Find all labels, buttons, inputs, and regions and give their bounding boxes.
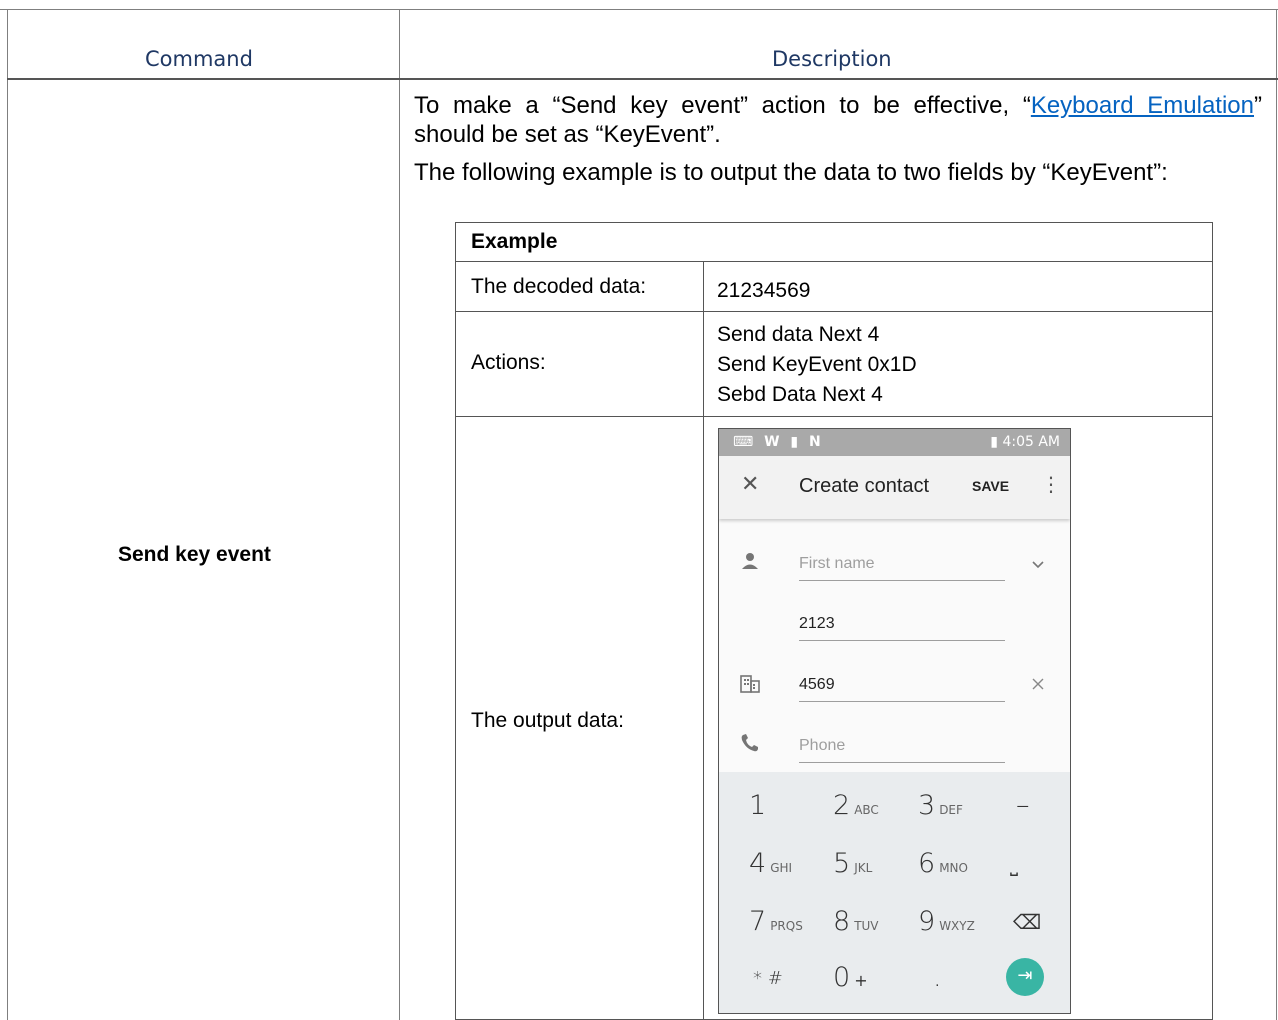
key-5[interactable]: 5 JKL <box>833 848 872 879</box>
header-command: Command <box>145 47 253 71</box>
table-left-border <box>7 9 8 1020</box>
key-period[interactable]: . <box>933 962 942 993</box>
para1-text-before: To make a “Send key event” action to be … <box>414 92 1031 119</box>
description-paragraph-2: The following example is to output the d… <box>414 159 1168 186</box>
example-row-divider <box>456 416 1212 417</box>
table-top-border <box>0 9 1278 10</box>
chevron-down-icon[interactable] <box>1030 556 1046 572</box>
more-icon[interactable]: ⋮ <box>1041 472 1061 496</box>
field-value: 2123 <box>799 615 835 632</box>
key-6[interactable]: 6 MNO <box>918 848 968 879</box>
actions-label: Actions: <box>471 351 546 374</box>
key-7[interactable]: 7 PRQS <box>749 906 803 937</box>
key-0[interactable]: 0 + <box>833 962 868 993</box>
example-row-divider <box>456 261 1212 262</box>
close-icon[interactable]: ✕ <box>741 472 759 497</box>
example-row-divider <box>456 311 1212 312</box>
key-8[interactable]: 8 TUV <box>833 906 879 937</box>
person-icon <box>742 553 758 569</box>
numeric-keypad: 1 2 ABC 3 DEF – 4 GHI 5 JKL 6 MNO ⎵ 7 PRQS 8 TU… <box>719 772 1070 1013</box>
table-right-border <box>1276 9 1277 1020</box>
example-column-divider <box>703 261 704 1019</box>
first-name-placeholder: First name <box>799 555 875 572</box>
screen-title: Create contact <box>799 475 930 497</box>
key-3[interactable]: 3 DEF <box>918 790 963 821</box>
phone-placeholder: Phone <box>799 737 846 754</box>
company-input[interactable]: 4569 <box>799 670 1005 702</box>
enter-icon[interactable]: ⇥ <box>1006 958 1044 996</box>
key-dash[interactable]: – <box>1016 790 1030 821</box>
phone-input[interactable]: Phone <box>799 731 1005 763</box>
building-icon <box>740 675 760 693</box>
table-column-divider <box>399 9 400 1020</box>
key-space[interactable]: ⎵ <box>1010 852 1018 876</box>
key-9[interactable]: 9 WXYZ <box>918 906 975 937</box>
command-name: Send key event <box>118 543 271 566</box>
header-description: Description <box>772 47 892 71</box>
key-2[interactable]: 2 ABC <box>833 790 879 821</box>
table-header-divider <box>7 78 1278 80</box>
phone-icon <box>741 734 758 752</box>
status-time: ▮ 4:05 AM <box>990 434 1060 450</box>
backspace-icon[interactable]: ⌫ <box>1013 910 1041 934</box>
action-item: Sebd Data Next 4 <box>717 383 883 406</box>
clear-icon[interactable] <box>1030 676 1046 692</box>
status-bar: ⌨ W ▮ N ▮ 4:05 AM <box>719 429 1070 456</box>
key-star-hash[interactable]: * # <box>753 968 783 989</box>
description-paragraph-1: To make a “Send key event” action to be … <box>414 91 1262 149</box>
keyboard-emulation-link[interactable]: Keyboard Emulation <box>1031 92 1254 119</box>
last-name-input[interactable]: 2123 <box>799 609 1005 641</box>
action-item: Send data Next 4 <box>717 323 880 346</box>
key-1[interactable]: 1 <box>749 790 766 821</box>
decoded-data-label: The decoded data: <box>471 275 647 298</box>
phone-screenshot: ⌨ W ▮ N ▮ 4:05 AM ✕ Create contact SAVE … <box>718 428 1071 1014</box>
action-item: Send KeyEvent 0x1D <box>717 353 917 376</box>
output-data-label: The output data: <box>471 709 624 732</box>
save-button[interactable]: SAVE <box>972 478 1009 494</box>
example-title: Example <box>471 230 558 253</box>
first-name-input[interactable]: First name <box>799 549 1005 581</box>
field-value: 4569 <box>799 676 835 693</box>
status-icons-left: ⌨ W ▮ N <box>733 434 824 450</box>
key-4[interactable]: 4 GHI <box>749 848 792 879</box>
decoded-data-value: 21234569 <box>717 279 811 302</box>
app-bar: ✕ Create contact SAVE ⋮ <box>719 456 1070 519</box>
